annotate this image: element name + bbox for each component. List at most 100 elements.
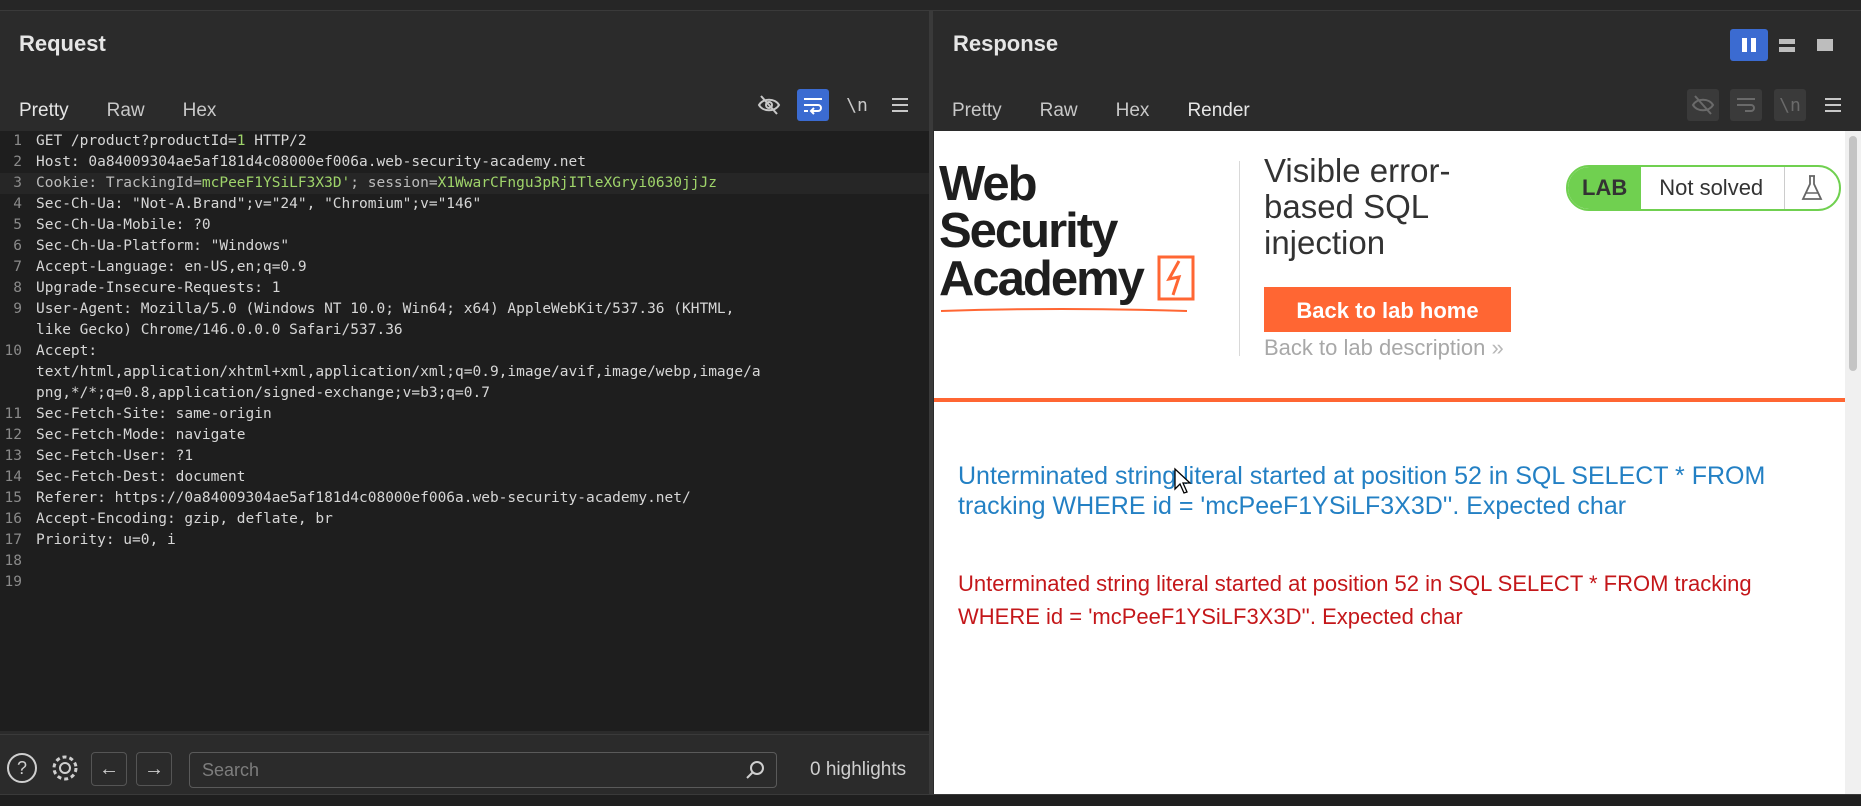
layout-stacked-icon[interactable] — [1768, 29, 1806, 61]
line-text: text/html,application/xhtml+xml,applicat… — [36, 362, 761, 383]
line-number: 6 — [13, 238, 22, 254]
editor-line[interactable]: 17 Priority: u=0, i — [0, 530, 929, 551]
error-message: Unterminated string literal started at p… — [958, 571, 1752, 629]
editor-line[interactable]: png,*/*;q=0.8,application/signed-exchang… — [0, 383, 929, 404]
request-editor[interactable]: 1 GET /product?productId=1 HTTP/2 2 Host: 0… — [0, 131, 929, 731]
editor-line[interactable]: 3 Cookie: TrackingId=mcPeeF1YSiLF3X3D'; s… — [0, 173, 929, 194]
settings-gear-icon[interactable] — [47, 750, 83, 786]
line-number — [0, 362, 36, 383]
search-placeholder: Search — [202, 760, 260, 780]
editor-line[interactable]: 5 Sec-Ch-Ua-Mobile: ?0 — [0, 215, 929, 236]
word-wrap-icon[interactable] — [797, 89, 829, 121]
line-segment: Sec-Fetch-Dest: document — [36, 469, 246, 485]
scrollbar-thumb[interactable] — [1849, 136, 1857, 371]
editor-line[interactable]: 1 GET /product?productId=1 HTTP/2 — [0, 131, 929, 152]
editor-line[interactable]: 15 Referer: https://0a84009304ae5af181d4c… — [0, 488, 929, 509]
menu-icon[interactable] — [1817, 89, 1849, 121]
lab-title: Visible error-based SQL injection — [1264, 152, 1451, 261]
editor-line[interactable]: 14 Sec-Fetch-Dest: document — [0, 467, 929, 488]
newline-icon[interactable]: \n — [841, 89, 873, 121]
line-number — [0, 320, 36, 341]
editor-line[interactable]: 7 Accept-Language: en-US,en;q=0.9 — [0, 257, 929, 278]
line-segment: Sec-Ch-Ua-Mobile: ?0 — [36, 217, 211, 233]
line-text: Accept-Language: en-US,en;q=0.9 — [36, 257, 307, 278]
line-number: 18 — [4, 553, 22, 569]
line-number: 2 — [13, 154, 22, 170]
editor-line[interactable]: 10 Accept: — [0, 341, 929, 362]
line-segment: Priority: u=0, i — [36, 532, 176, 548]
newline-icon: \n — [1774, 89, 1806, 121]
line-text: Sec-Ch-Ua-Platform: "Windows" — [36, 236, 289, 257]
line-number: 17 — [4, 532, 22, 548]
layout-side-by-side-icon[interactable] — [1730, 29, 1768, 61]
line-segment: User-Agent: Mozilla/5.0 (Windows NT 10.0… — [36, 301, 735, 317]
editor-line[interactable]: text/html,application/xhtml+xml,applicat… — [0, 362, 929, 383]
window-bottom-strip — [0, 794, 1861, 806]
editor-line[interactable]: 2 Host: 0a84009304ae5af181d4c08000ef006a.… — [0, 152, 929, 173]
line-segment: Cookie: TrackingId= — [36, 175, 202, 191]
line-text: Cookie: TrackingId=mcPeeF1YSiLF3X3D'; se… — [36, 173, 717, 194]
layout-single-icon[interactable] — [1806, 29, 1844, 61]
editor-line[interactable]: 16 Accept-Encoding: gzip, deflate, br — [0, 509, 929, 530]
lab-status-badge: LAB Not solved — [1566, 165, 1841, 211]
line-text: User-Agent: Mozilla/5.0 (Windows NT 10.0… — [36, 299, 734, 320]
response-panel: Response Pretty Raw Hex Render \n Web Se… — [933, 11, 1861, 794]
line-segment: Accept-Language: en-US,en;q=0.9 — [36, 259, 307, 275]
search-icon — [744, 759, 766, 786]
line-number: 13 — [4, 448, 22, 464]
hide-nonprintable-icon[interactable] — [753, 89, 785, 121]
line-segment: Referer: https://0a84009304ae5af181d4c08… — [36, 490, 691, 506]
editor-line[interactable]: 6 Sec-Ch-Ua-Platform: "Windows" — [0, 236, 929, 257]
editor-line[interactable]: 11 Sec-Fetch-Site: same-origin — [0, 404, 929, 425]
line-text: Sec-Ch-Ua: "Not-A.Brand";v="24", "Chromi… — [36, 194, 481, 215]
editor-line[interactable]: like Gecko) Chrome/146.0.0.0 Safari/537.… — [0, 320, 929, 341]
back-to-lab-home-button[interactable]: Back to lab home — [1264, 287, 1511, 332]
window-top-strip — [0, 0, 1861, 11]
line-number: 12 — [4, 427, 22, 443]
line-segment: ; session= — [350, 175, 438, 191]
request-title: Request — [19, 31, 106, 56]
line-segment: X1WwarCFngu3pRjITleXGryi0630jjJz — [437, 175, 717, 191]
line-text: Upgrade-Insecure-Requests: 1 — [36, 278, 280, 299]
back-to-lab-description-link[interactable]: Back to lab description » — [1264, 335, 1504, 361]
highlight-count: 0 highlights — [810, 759, 907, 780]
editor-line[interactable]: 12 Sec-Fetch-Mode: navigate — [0, 425, 929, 446]
editor-line[interactable]: 9 User-Agent: Mozilla/5.0 (Windows NT 10.… — [0, 299, 929, 320]
line-text: like Gecko) Chrome/146.0.0.0 Safari/537.… — [36, 320, 403, 341]
line-segment: Sec-Fetch-Site: same-origin — [36, 406, 272, 422]
editor-line[interactable]: 19 — [0, 572, 929, 593]
editor-line[interactable]: 13 Sec-Fetch-User: ?1 — [0, 446, 929, 467]
line-number: 5 — [13, 217, 22, 233]
help-icon[interactable]: ? — [4, 750, 40, 786]
svg-text:?: ? — [17, 758, 27, 778]
line-number: 1 — [13, 133, 22, 149]
line-number: 7 — [13, 259, 22, 275]
line-text: GET /product?productId=1 HTTP/2 — [36, 131, 307, 152]
line-text: Accept-Encoding: gzip, deflate, br — [36, 509, 333, 530]
line-number — [0, 383, 36, 404]
next-arrow-icon[interactable]: → — [136, 752, 172, 786]
hide-nonprintable-icon — [1687, 89, 1719, 121]
previous-arrow-icon[interactable]: ← — [91, 752, 127, 786]
line-segment: Sec-Ch-Ua-Platform: "Windows" — [36, 238, 290, 254]
editor-line[interactable]: 8 Upgrade-Insecure-Requests: 1 — [0, 278, 929, 299]
line-number: 14 — [4, 469, 22, 485]
line-segment: 1 — [236, 133, 246, 149]
web-security-academy-logo: Web Security Academy — [939, 160, 1199, 315]
header-separator — [1239, 161, 1240, 356]
response-title: Response — [953, 31, 1059, 56]
request-footer: ? ← → Search 0 highlights — [0, 734, 929, 795]
editor-line[interactable]: 18 — [0, 551, 929, 572]
search-input[interactable]: Search — [189, 752, 777, 788]
line-segment: HTTP/2 — [245, 133, 307, 149]
line-number: 3 — [13, 175, 22, 191]
line-number: 8 — [13, 280, 22, 296]
menu-icon[interactable] — [884, 89, 916, 121]
line-segment: Host: 0a84009304ae5af181d4c08000ef006a.w… — [36, 154, 586, 170]
render-scrollbar[interactable] — [1845, 131, 1861, 794]
line-segment: png,*/*;q=0.8,application/signed-exchang… — [36, 385, 490, 401]
line-number: 16 — [4, 511, 22, 527]
line-segment: Upgrade-Insecure-Requests: 1 — [36, 280, 281, 296]
editor-line[interactable]: 4 Sec-Ch-Ua: "Not-A.Brand";v="24", "Chrom… — [0, 194, 929, 215]
error-heading: Unterminated string literal started at p… — [958, 462, 1766, 520]
